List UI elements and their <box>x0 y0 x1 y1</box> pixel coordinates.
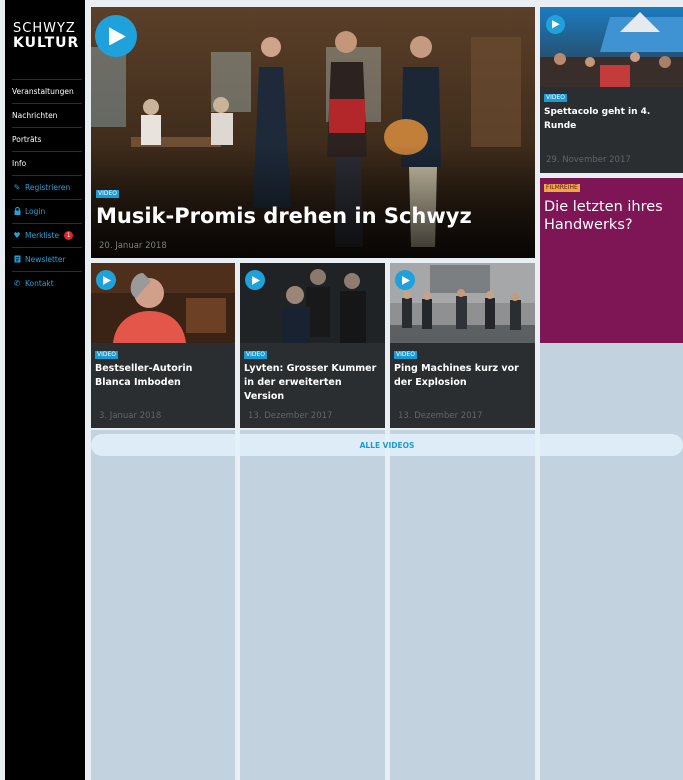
sidebar-item-newsletter[interactable]: Newsletter <box>12 247 82 271</box>
sidebar-item-info[interactable]: Info <box>12 151 82 175</box>
play-icon <box>401 275 410 285</box>
merkliste-count-badge: 1 <box>64 231 74 240</box>
sidebar-item-veranstaltungen[interactable]: Veranstaltungen <box>12 79 82 103</box>
play-button[interactable] <box>546 15 565 34</box>
video-title[interactable]: Bestseller-Autorin Blanca Imboden <box>95 362 230 390</box>
logo-top: SCHWYZ <box>13 21 76 36</box>
logo-bottom: KULTUR <box>13 35 80 51</box>
video-title[interactable]: Lyvten: Grosser Kummer in der erweiterte… <box>244 362 382 404</box>
video-card[interactable]: VIDEO Ping Machines kurz vor der Explosi… <box>390 263 535 428</box>
video-card[interactable]: VIDEO Lyvten: Grosser Kummer in der erwe… <box>240 263 385 428</box>
sidebar-item-label: Kontakt <box>25 279 54 288</box>
video-date: 13. Dezember 2017 <box>398 411 483 421</box>
hero-title[interactable]: Musik-Promis drehen in Schwyz <box>96 203 472 229</box>
article-title[interactable]: Spettacolo geht in 4. Runde <box>544 105 682 133</box>
hero-date: 20. Januar 2018 <box>99 241 167 251</box>
sidebar-item-registrieren[interactable]: ✎ Registrieren <box>12 175 82 199</box>
video-tag: VIDEO <box>244 351 268 359</box>
play-icon <box>109 26 127 46</box>
play-button[interactable] <box>96 270 116 290</box>
sidebar-item-merkliste[interactable]: ♥ Merkliste 1 <box>12 223 82 247</box>
sidebar-item-label: Registrieren <box>25 183 71 192</box>
video-tag: VIDEO <box>95 351 119 359</box>
video-title[interactable]: Ping Machines kurz vor der Explosion <box>394 362 532 390</box>
sidebar-item-label: Newsletter <box>25 255 66 264</box>
heart-icon: ♥ <box>13 231 21 240</box>
article-card[interactable]: VIDEO Spettacolo geht in 4. Runde 29. No… <box>540 7 683 173</box>
play-button[interactable] <box>245 270 265 290</box>
video-tag: VIDEO <box>544 94 568 102</box>
video-tag: VIDEO <box>394 351 418 359</box>
grid-column <box>91 430 235 780</box>
video-card[interactable]: VIDEO Bestseller-Autorin Blanca Imboden … <box>91 263 235 428</box>
sidebar-item-label: Veranstaltungen <box>12 87 74 96</box>
filmreihe-title[interactable]: Die letzten ihres Handwerks? <box>544 198 682 234</box>
sidebar-item-label: Login <box>25 207 46 216</box>
play-button[interactable] <box>395 270 415 290</box>
video-date: 13. Dezember 2017 <box>248 411 333 421</box>
video-tag: VIDEO <box>96 190 120 198</box>
sidebar-item-portraets[interactable]: Porträts <box>12 127 82 151</box>
sidebar: SCHWYZ KULTUR Veranstaltungen Nachrichte… <box>5 0 85 780</box>
grid-column <box>390 430 535 780</box>
sidebar-item-nachrichten[interactable]: Nachrichten <box>12 103 82 127</box>
filmreihe-card[interactable]: FILMREIHE Die letzten ihres Handwerks? <box>540 178 683 343</box>
all-videos-button[interactable]: ALLE VIDEOS <box>91 434 683 456</box>
phone-icon: ✆ <box>13 279 21 288</box>
play-button[interactable] <box>95 15 137 57</box>
grid-column <box>540 343 683 780</box>
lock-icon <box>12 206 22 217</box>
sidebar-item-label: Porträts <box>12 135 42 144</box>
article-date: 29. November 2017 <box>546 155 631 165</box>
play-icon <box>102 275 111 285</box>
newsletter-icon <box>12 255 22 265</box>
sidebar-item-kontakt[interactable]: ✆ Kontakt <box>12 271 82 295</box>
pencil-icon: ✎ <box>13 183 21 192</box>
sidebar-item-login[interactable]: Login <box>12 199 82 223</box>
sidebar-item-label: Info <box>12 159 27 168</box>
filmreihe-tag: FILMREIHE <box>544 184 580 192</box>
sidebar-item-label: Nachrichten <box>12 111 58 120</box>
logo[interactable]: SCHWYZ KULTUR <box>13 22 79 50</box>
sidebar-nav: Veranstaltungen Nachrichten Porträts Inf… <box>12 79 82 295</box>
video-date: 3. Januar 2018 <box>99 411 162 421</box>
hero-card[interactable]: VIDEO Musik-Promis drehen in Schwyz 20. … <box>91 7 535 258</box>
play-icon <box>251 275 260 285</box>
grid-column <box>240 430 385 780</box>
sidebar-item-label: Merkliste <box>25 231 60 240</box>
play-icon <box>552 20 561 29</box>
